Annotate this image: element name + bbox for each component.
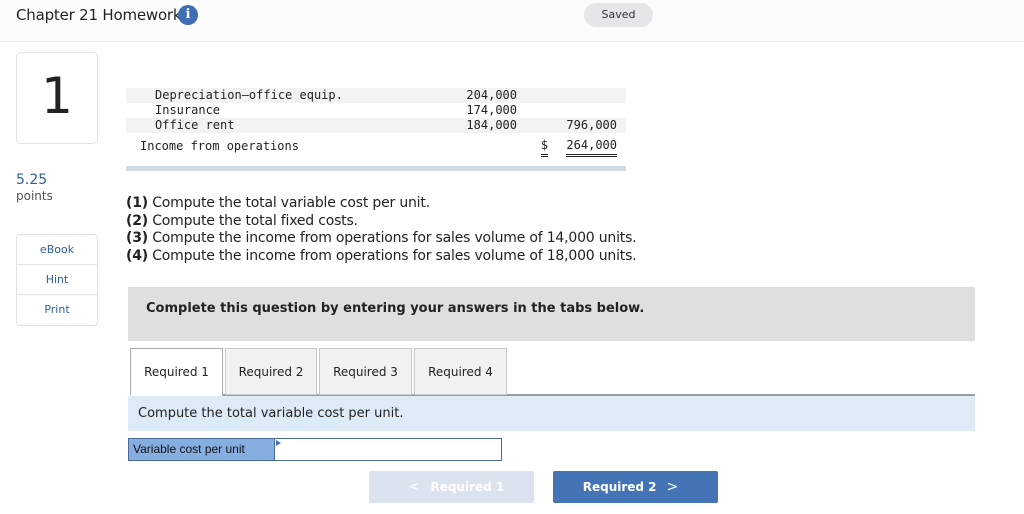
requirement-text: Compute the total variable cost per unit… xyxy=(147,195,430,211)
requirement-item: (3) Compute the income from operations f… xyxy=(126,230,637,248)
requirement-number: (2) xyxy=(126,212,148,229)
row-label: Office rent xyxy=(155,118,235,132)
requirement-item: (1) Compute the total variable cost per … xyxy=(126,195,636,213)
tab-required-2[interactable]: Required 2 xyxy=(225,348,317,395)
table-row: Insurance 174,000 xyxy=(126,103,626,118)
instruction-text: Complete this question by entering your … xyxy=(146,301,645,316)
row-amount: 174,000 xyxy=(466,103,517,117)
total-value: 264,000 xyxy=(566,136,617,157)
income-statement-table: Depreciation—office equip. 204,000 Insur… xyxy=(126,88,626,159)
requirement-text: Compute the income from operations for s… xyxy=(147,247,637,264)
requirement-item: (4) Compute the income from operations f… xyxy=(126,247,637,266)
question-number-box: 1 xyxy=(16,52,98,144)
currency-symbol: $ xyxy=(540,136,548,157)
tab-prompt-panel: Compute the total variable cost per unit… xyxy=(128,396,975,431)
table-row: Office rent 184,000 796,000 xyxy=(126,118,626,134)
page-header: Chapter 21 Homework i Saved xyxy=(0,0,1024,42)
chevron-left-icon: < xyxy=(408,479,421,495)
tab-prompt-text: Compute the total variable cost per unit… xyxy=(138,406,404,421)
requirement-item: (2) Compute the total fixed costs. xyxy=(126,213,636,231)
prev-label: Required 1 xyxy=(430,480,505,494)
saved-status-badge: Saved xyxy=(584,3,653,27)
points-value: 5.25 xyxy=(16,172,48,188)
table-row: Depreciation—office equip. 204,000 xyxy=(126,88,626,103)
total-label: Income from operations xyxy=(140,139,299,153)
total-expenses: 796,000 xyxy=(566,118,617,134)
requirement-number: (3) xyxy=(126,230,148,246)
answer-label: Variable cost per unit xyxy=(128,438,275,461)
tab-required-1[interactable]: Required 1 xyxy=(130,348,223,396)
hint-button[interactable]: Hint xyxy=(17,265,97,295)
requirements-list: (1) Compute the total variable cost per … xyxy=(126,195,637,266)
table-footer-divider xyxy=(126,166,626,171)
question-tools: eBook Hint Print xyxy=(16,234,98,326)
row-amount: 184,000 xyxy=(466,118,517,134)
points-label: points xyxy=(16,189,53,203)
tab-required-3[interactable]: Required 3 xyxy=(319,348,412,395)
assignment-title: Chapter 21 Homework xyxy=(16,6,182,24)
requirement-number: (4) xyxy=(126,247,148,264)
row-label: Depreciation—office equip. xyxy=(155,88,343,102)
next-required-button[interactable]: Required 2 > xyxy=(553,471,718,503)
ebook-button[interactable]: eBook xyxy=(17,235,97,265)
row-amount: 204,000 xyxy=(466,88,517,102)
requirement-text: Compute the income from operations for s… xyxy=(147,230,637,246)
info-circle-icon[interactable]: i xyxy=(178,5,198,25)
tab-required-4[interactable]: Required 4 xyxy=(414,348,507,395)
print-button[interactable]: Print xyxy=(17,295,97,325)
requirement-text: Compute the total fixed costs. xyxy=(147,212,358,229)
requirement-number: (1) xyxy=(126,195,148,211)
question-number: 1 xyxy=(41,67,73,125)
table-row-total: Income from operations $ 264,000 xyxy=(126,133,626,159)
next-label: Required 2 xyxy=(582,480,657,494)
instruction-banner: Complete this question by entering your … xyxy=(128,287,975,341)
chevron-right-icon: > xyxy=(666,479,679,495)
input-marker-icon xyxy=(276,440,281,446)
prev-required-button[interactable]: < Required 1 xyxy=(369,471,534,503)
row-label: Insurance xyxy=(155,103,221,117)
variable-cost-per-unit-input[interactable] xyxy=(274,438,502,461)
